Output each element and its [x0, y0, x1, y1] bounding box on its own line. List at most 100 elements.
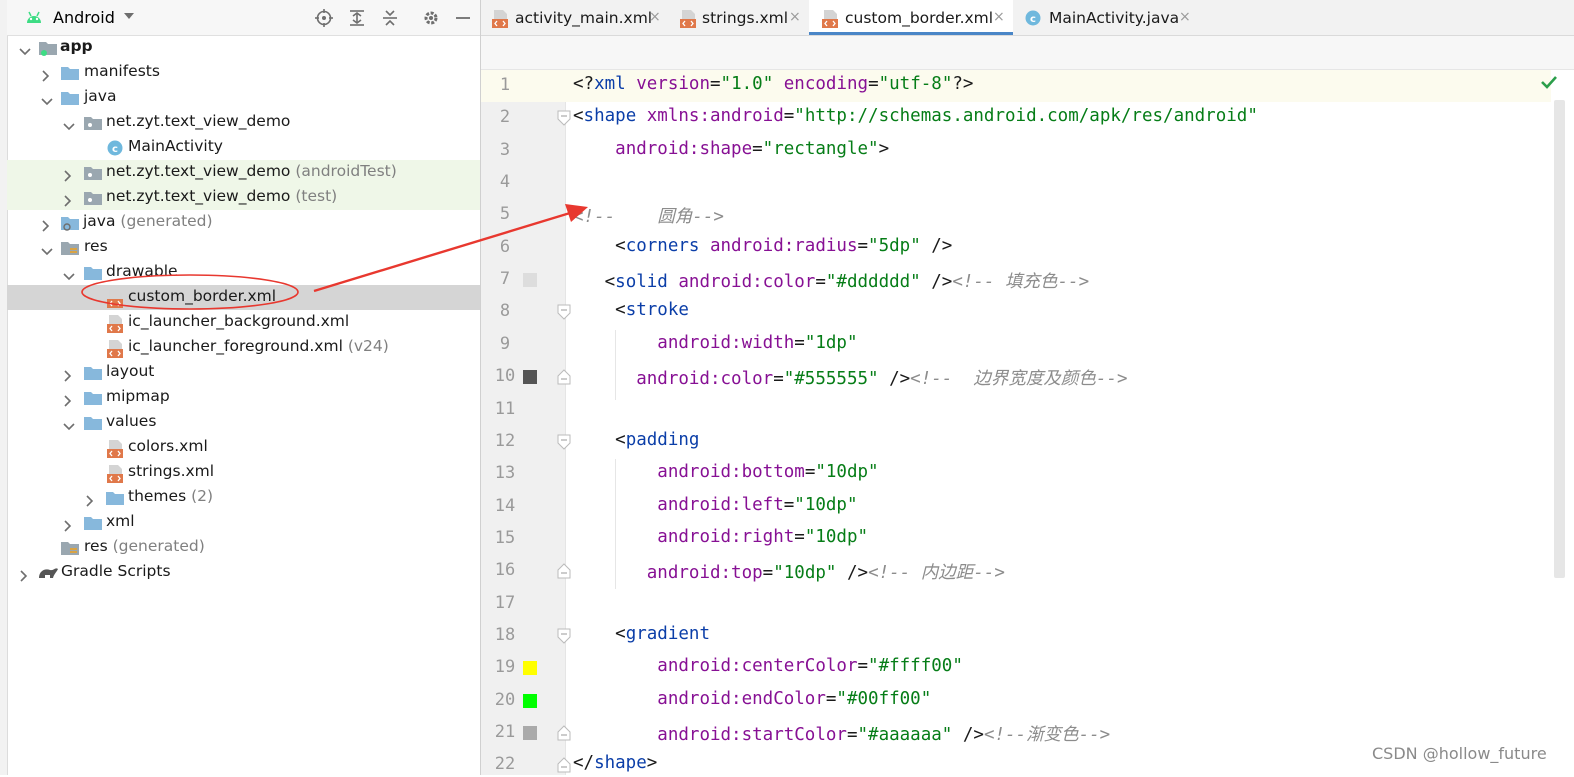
chevron-down-icon[interactable] — [123, 11, 135, 21]
tree-item-label: net.zyt.text_view_demo — [106, 112, 290, 130]
close-icon[interactable]: × — [789, 9, 801, 25]
fold-marker-icon[interactable] — [557, 757, 571, 777]
tree-item[interactable]: app — [7, 35, 480, 60]
color-swatch[interactable] — [523, 370, 537, 385]
locate-icon[interactable] — [315, 9, 333, 27]
chevron-down-icon[interactable] — [41, 92, 53, 111]
tree-item[interactable]: strings.xml — [7, 460, 480, 485]
tree-item[interactable]: Gradle Scripts — [7, 560, 480, 585]
editor-tab-label: custom_border.xml — [845, 9, 994, 27]
code-token: xml — [594, 74, 637, 94]
code-token: android:top — [646, 563, 763, 584]
line-number: 4 — [499, 172, 511, 193]
inspection-ok-icon[interactable] — [1540, 74, 1558, 90]
tree-item-label: java (generated) — [83, 212, 213, 230]
code-token: /> — [889, 369, 911, 390]
chevron-down-icon[interactable] — [63, 417, 75, 436]
tree-item[interactable]: java (generated) — [7, 210, 480, 235]
tree-item-label: ic_launcher_background.xml — [128, 312, 349, 330]
tree-item-label: layout — [106, 362, 154, 380]
tree-item-label: res — [84, 237, 108, 255]
close-icon[interactable]: × — [649, 9, 661, 25]
chevron-right-icon[interactable] — [63, 367, 73, 386]
gear-icon[interactable] — [422, 9, 440, 27]
class-icon: c — [1025, 10, 1041, 30]
color-swatch[interactable] — [523, 693, 537, 708]
tree-item-name: net.zyt.text_view_demo — [106, 112, 291, 130]
code-token: = — [804, 462, 816, 483]
tree-item[interactable]: res (generated) — [7, 535, 480, 560]
code-token: android:color — [678, 272, 816, 293]
close-icon[interactable]: × — [1179, 9, 1191, 25]
chevron-right-icon[interactable] — [41, 67, 51, 86]
chevron-down-icon[interactable] — [63, 117, 75, 136]
fold-marker-icon[interactable] — [557, 563, 571, 583]
tree-item[interactable]: themes (2) — [7, 485, 480, 510]
editor-tab[interactable]: c MainActivity.java × — [1013, 0, 1198, 35]
tree-item-name: colors.xml — [128, 437, 208, 455]
fold-marker-icon[interactable] — [557, 110, 571, 130]
chevron-down-icon[interactable] — [41, 242, 53, 261]
chevron-right-icon[interactable] — [85, 492, 95, 511]
tree-item[interactable]: ic_launcher_background.xml — [7, 310, 480, 335]
project-view-selector[interactable]: Android — [53, 8, 115, 27]
code-token: = — [794, 332, 805, 353]
code-token: <!-- 边界宽度及颜色--> — [910, 369, 1128, 390]
tree-item[interactable]: c MainActivity — [7, 135, 480, 160]
code-line: android:shape="rectangle"> — [573, 139, 889, 159]
tree-item[interactable]: layout — [7, 360, 480, 385]
fold-marker-icon[interactable] — [557, 628, 571, 648]
tree-item[interactable]: manifests — [7, 60, 480, 85]
color-swatch[interactable] — [523, 273, 537, 288]
tree-item-label: net.zyt.text_view_demo (test) — [106, 187, 337, 205]
chevron-right-icon[interactable] — [63, 192, 73, 211]
tree-item[interactable]: values — [7, 410, 480, 435]
tree-item[interactable]: mipmap — [7, 385, 480, 410]
minimize-icon[interactable] — [454, 9, 472, 27]
tree-item[interactable]: java — [7, 85, 480, 110]
close-icon[interactable]: × — [993, 9, 1005, 25]
fold-marker-icon[interactable] — [557, 304, 571, 324]
project-panel-header: Android — [7, 0, 480, 36]
fold-marker-icon[interactable] — [557, 725, 571, 745]
tree-item-label: xml — [106, 512, 135, 530]
color-swatch[interactable] — [523, 661, 537, 676]
expand-all-icon[interactable] — [348, 9, 366, 27]
tree-item[interactable]: net.zyt.text_view_demo (androidTest) — [7, 160, 480, 185]
tree-item[interactable]: custom_border.xml — [7, 285, 480, 310]
folder-icon — [106, 490, 124, 506]
tree-item[interactable]: ic_launcher_foreground.xml (v24) — [7, 335, 480, 360]
code-token: = — [752, 138, 763, 159]
editor-tab[interactable]: strings.xml × — [669, 0, 809, 35]
chevron-down-icon[interactable] — [63, 267, 75, 286]
tree-item[interactable]: net.zyt.text_view_demo (test) — [7, 185, 480, 210]
code-token: android:centerColor — [657, 656, 858, 677]
tree-item-name: drawable — [106, 262, 178, 280]
tree-item[interactable]: colors.xml — [7, 435, 480, 460]
code-token: "utf-8" — [878, 74, 953, 94]
tree-item[interactable]: drawable — [7, 260, 480, 285]
fold-marker-icon[interactable] — [557, 369, 571, 389]
editor-tab[interactable]: activity_main.xml × — [481, 0, 669, 35]
editor-scrollbar[interactable] — [1554, 100, 1565, 578]
fold-marker-icon[interactable] — [557, 434, 571, 454]
chevron-right-icon[interactable] — [63, 392, 73, 411]
chevron-right-icon[interactable] — [63, 167, 73, 186]
tree-item[interactable]: res — [7, 235, 480, 260]
tree-item-suffix: (2) — [186, 487, 214, 505]
chevron-right-icon[interactable] — [41, 217, 51, 236]
color-swatch[interactable] — [523, 726, 537, 740]
collapse-all-icon[interactable] — [381, 9, 399, 27]
chevron-right-icon[interactable] — [19, 567, 29, 586]
tree-item-label: manifests — [84, 62, 160, 80]
chevron-right-icon[interactable] — [63, 517, 73, 536]
tree-item[interactable]: xml — [7, 510, 480, 535]
editor-tab[interactable]: custom_border.xml × — [809, 0, 1013, 35]
chevron-down-icon[interactable] — [19, 42, 31, 61]
tree-item[interactable]: net.zyt.text_view_demo — [7, 110, 480, 135]
folder-icon — [84, 415, 102, 431]
line-number: 1 — [499, 75, 511, 95]
svg-text:c: c — [112, 144, 118, 155]
